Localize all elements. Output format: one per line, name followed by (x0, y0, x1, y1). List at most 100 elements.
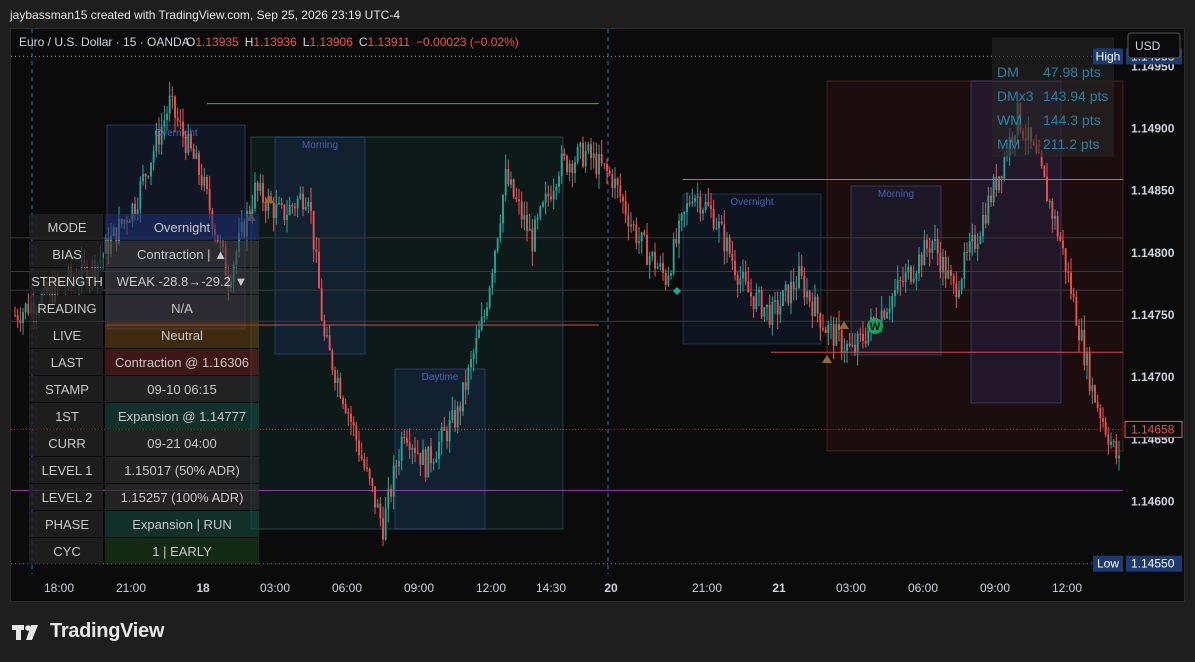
candle-body (814, 296, 816, 316)
candle-body (992, 176, 995, 203)
candle-body (619, 185, 622, 197)
candle-body (259, 182, 262, 191)
stat-value: 143.94 pts (1043, 88, 1108, 104)
candle-body (174, 96, 176, 118)
candle-body (664, 272, 667, 285)
candle-body (1067, 271, 1070, 273)
candle-body (910, 266, 912, 282)
candle-body (1091, 385, 1094, 391)
info-key: STRENGTH (31, 274, 103, 289)
candle-body (600, 154, 603, 164)
candle-body (480, 317, 483, 330)
candle-body (368, 468, 371, 479)
stat-key: DM (997, 64, 1019, 80)
candle-body (142, 174, 144, 182)
candle-body (611, 173, 614, 189)
candle-body (315, 249, 318, 252)
candle-body (574, 162, 576, 174)
candle-body (1110, 441, 1112, 445)
info-table: MODE Overnight BIAS Contraction | ▲ STRENGTH… (29, 214, 259, 564)
candle-body (1112, 440, 1115, 442)
candle-body (502, 195, 504, 224)
candle-body (691, 201, 694, 204)
currency-label: USD (1135, 39, 1161, 53)
candle-body (379, 503, 382, 519)
candle-body (734, 261, 736, 276)
candle-body (995, 176, 998, 191)
time-axis: 18:00 21:00 18 03:00 06:00 09:00 12:00 14:30 20 2… (44, 581, 1082, 595)
info-value: 09-10 06:15 (147, 382, 216, 397)
info-value: Expansion @ 1.14777 (118, 409, 246, 424)
candle-body (568, 163, 571, 173)
candle-body (694, 197, 696, 202)
candle-body (520, 201, 523, 220)
candle-body (779, 305, 782, 315)
candle-body (792, 281, 795, 290)
candle-body (800, 266, 803, 277)
stat-value: 47.98 pts (1043, 64, 1101, 80)
candle-body (384, 508, 387, 540)
candle-body (198, 153, 200, 176)
candle-body (960, 279, 963, 291)
candle-body (1056, 216, 1059, 237)
candle-body (755, 292, 758, 310)
price-tick-label: 1.14600 (1131, 495, 1175, 509)
info-value: Expansion | RUN (132, 517, 231, 532)
candle-body (254, 182, 256, 209)
candle-body (950, 270, 952, 276)
candle-body (304, 206, 307, 210)
candle-body (643, 232, 646, 235)
candle-body (152, 151, 155, 163)
candle-body (19, 320, 22, 323)
candle-body (822, 328, 824, 330)
candle-body (336, 377, 339, 384)
candle-body (672, 238, 675, 274)
info-value: 1.15257 (100% ADR) (121, 490, 244, 505)
currency-button[interactable]: USD (1127, 32, 1181, 59)
candle-body (438, 441, 440, 459)
candle-body (984, 215, 987, 224)
session-label: Overnight (730, 197, 774, 208)
candle-body (403, 436, 406, 439)
time-tick-label: 06:00 (908, 581, 938, 595)
candle-body (283, 204, 286, 221)
candle-body (256, 182, 259, 191)
candle-body (427, 446, 430, 478)
candle-body (806, 291, 808, 298)
chart-pane[interactable]: Overnight Morning Daytime Overnight Morning … (10, 28, 1185, 602)
candle-body (654, 252, 656, 269)
candle-body (795, 287, 798, 290)
candle-body (787, 284, 790, 304)
candle-body (558, 176, 560, 187)
candle-body (395, 465, 398, 467)
candle-body (144, 174, 147, 177)
candle-body (320, 288, 323, 321)
candle-body (400, 436, 403, 461)
price-tick-label: 1.14900 (1131, 121, 1175, 135)
candle-body (835, 324, 838, 346)
candlestick-chart[interactable]: OvernightMorningDaytimeOvernightMorning … (11, 29, 1184, 601)
candle-body (422, 449, 424, 465)
candle-body (456, 406, 459, 428)
candle-body (712, 208, 715, 229)
candle-body (1062, 240, 1064, 249)
candle-body (894, 290, 896, 296)
candle-body (864, 341, 867, 344)
stat-key: DMx3 (997, 88, 1034, 104)
candle-body (776, 300, 779, 315)
stat-key: MM (997, 136, 1020, 152)
candle-body (579, 142, 582, 147)
time-tick-label: 21:00 (116, 581, 146, 595)
info-value: Neutral (161, 328, 203, 343)
candle-body (766, 304, 768, 308)
candle-body (816, 296, 819, 314)
candle-body (539, 206, 542, 218)
candle-body (982, 215, 984, 237)
time-tick-label: 18 (196, 581, 210, 595)
candle-body (1094, 385, 1096, 403)
info-key: LEVEL 1 (42, 463, 93, 478)
candle-body (464, 382, 467, 390)
candle-body (16, 315, 19, 321)
candle-body (1099, 407, 1102, 419)
candle-body (979, 236, 982, 244)
